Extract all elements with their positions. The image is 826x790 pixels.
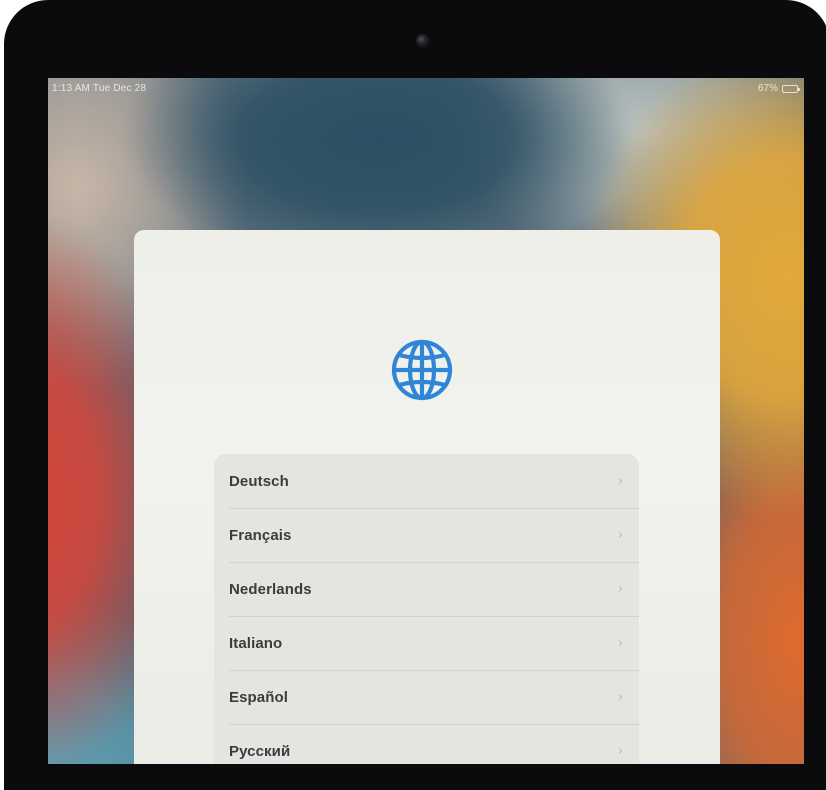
language-setup-sheet: Deutsch › Français › Nederlands › Italia… [134, 230, 720, 764]
chevron-right-icon: › [617, 473, 623, 489]
language-option-russkiy[interactable]: Русский › [214, 724, 639, 764]
language-option-francais[interactable]: Français › [214, 508, 639, 562]
screen: 1:13 AM Tue Dec 28 67% Deutsch › Françai… [48, 78, 804, 764]
battery-icon [782, 84, 800, 93]
language-option-deutsch[interactable]: Deutsch › [214, 454, 639, 508]
front-camera [417, 35, 428, 46]
status-bar: 1:13 AM Tue Dec 28 67% [48, 78, 804, 100]
chevron-right-icon: › [617, 689, 623, 705]
ipad-device-frame: 1:13 AM Tue Dec 28 67% Deutsch › Françai… [4, 0, 826, 790]
language-label: Nederlands [229, 580, 312, 598]
language-list: Deutsch › Français › Nederlands › Italia… [214, 454, 639, 764]
language-label: Français [229, 526, 292, 544]
language-label: Русский [229, 742, 291, 760]
chevron-right-icon: › [617, 527, 623, 543]
language-option-italiano[interactable]: Italiano › [214, 616, 639, 670]
language-label: Deutsch [229, 472, 289, 490]
status-time: 1:13 AM Tue Dec 28 [52, 83, 147, 94]
chevron-right-icon: › [617, 743, 623, 759]
language-label: Español [229, 688, 289, 706]
language-label: Italiano [229, 634, 283, 652]
chevron-right-icon: › [617, 581, 623, 597]
language-option-nederlands[interactable]: Nederlands › [214, 562, 639, 616]
globe-icon [391, 339, 453, 401]
chevron-right-icon: › [617, 635, 623, 651]
battery-percentage: 67% [757, 83, 778, 94]
status-right: 67% [757, 83, 800, 94]
language-option-espanol[interactable]: Español › [214, 670, 639, 724]
